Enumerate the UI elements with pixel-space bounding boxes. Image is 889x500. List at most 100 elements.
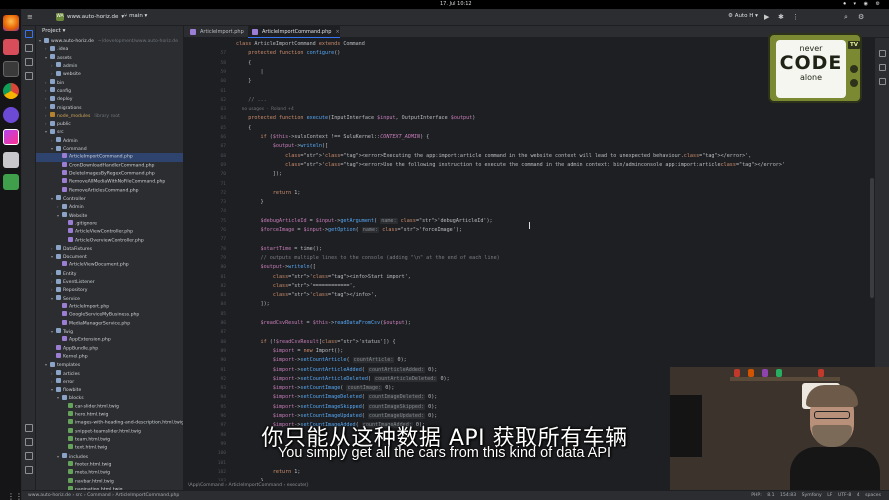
system-tray[interactable]: ⏺ ▾ ◉ ⚙ bbox=[843, 1, 883, 7]
firefox-icon[interactable] bbox=[3, 15, 19, 31]
code-line: class="str">'class="tag"></info>', bbox=[272, 292, 378, 299]
tree-item-label: templates bbox=[57, 363, 81, 369]
tree-item[interactable]: › Repository bbox=[36, 286, 183, 294]
tree-item[interactable]: › public bbox=[36, 120, 183, 128]
project-tool-icon[interactable] bbox=[25, 30, 33, 38]
structure-tool-icon[interactable] bbox=[25, 58, 33, 66]
code-line: class="str">'class="tag"><error>Executin… bbox=[285, 152, 752, 159]
tree-item[interactable]: RemoveAllMediaWithNoFileCommand.php bbox=[36, 178, 183, 186]
search-icon[interactable]: ⌕ bbox=[844, 13, 848, 22]
run-configuration-selector[interactable]: ⚙ Auto H ▾ bbox=[728, 13, 758, 19]
services-tool-icon[interactable] bbox=[25, 466, 33, 474]
tree-item[interactable]: ArticleViewDocument.php bbox=[36, 261, 183, 269]
tree-item[interactable]: ▾ Service bbox=[36, 295, 183, 303]
tree-item[interactable]: › articles bbox=[36, 370, 183, 378]
tree-item[interactable]: ▾ www.auto-horiz.de ~/development/www.auto… bbox=[36, 37, 183, 45]
tree-item[interactable]: ▾ Website bbox=[36, 212, 183, 220]
ai-assistant-tool-icon[interactable] bbox=[879, 78, 886, 85]
tree-item[interactable]: car-slider.html.twig bbox=[36, 402, 183, 411]
project-switcher[interactable]: WA www.auto-horiz.de ▾ bbox=[56, 13, 124, 21]
code-line: | bbox=[236, 68, 264, 75]
tree-item-label: navbar.html.twig bbox=[75, 479, 114, 485]
tree-item[interactable]: ▾ Document bbox=[36, 253, 183, 261]
system-clock[interactable]: 17. Jul 10:12 bbox=[440, 1, 472, 7]
tree-item[interactable]: navbar.html.twig bbox=[36, 477, 183, 486]
tree-item[interactable]: ArticleImportCommand.php bbox=[36, 153, 183, 162]
tree-item[interactable]: › DataFixtures bbox=[36, 245, 183, 253]
files-icon[interactable] bbox=[3, 39, 19, 55]
tree-item[interactable]: › bin bbox=[36, 79, 183, 87]
line-number: 72 bbox=[220, 190, 226, 196]
code-line: $output->writeln([ bbox=[260, 264, 316, 271]
tree-item[interactable]: › website bbox=[36, 70, 183, 78]
show-apps-icon[interactable]: ⋮⋮ bbox=[7, 493, 23, 500]
tree-item-label: Command bbox=[63, 147, 87, 153]
status-info[interactable]: PHP: 8.1 154:83 Symfony LF UTF-8 4 space… bbox=[751, 493, 881, 498]
tree-item[interactable]: MediaManagerService.php bbox=[36, 319, 183, 328]
code-breadcrumb[interactable]: \App\Command › ArticleImportCommand › ex… bbox=[184, 481, 670, 490]
tree-item[interactable]: .gitignore bbox=[36, 219, 183, 228]
tree-item[interactable]: ▾ Command bbox=[36, 145, 183, 153]
database-tool-icon[interactable] bbox=[879, 64, 886, 71]
tree-item[interactable]: DeleteImagesByRegexCommand.php bbox=[36, 170, 183, 178]
settings-icon[interactable]: ⚙ bbox=[858, 13, 864, 21]
tree-item[interactable]: ▾ flowbite bbox=[36, 386, 183, 394]
app-icon-grey[interactable] bbox=[3, 152, 19, 168]
tree-item[interactable]: › node_modules library root bbox=[36, 112, 183, 120]
tree-item[interactable]: ArticleOverviewController.php bbox=[36, 236, 183, 245]
tree-item[interactable]: ▾ templates bbox=[36, 361, 183, 369]
tree-item[interactable]: GoogleServiceMyBusiness.php bbox=[36, 311, 183, 319]
tree-item[interactable]: › Admin bbox=[36, 137, 183, 145]
tree-item[interactable]: ▾ Controller bbox=[36, 195, 183, 203]
tree-item[interactable]: footer.html.twig bbox=[36, 460, 183, 469]
terminal-icon[interactable] bbox=[3, 61, 19, 77]
debug-icon[interactable]: ✱ bbox=[778, 13, 784, 21]
tree-item[interactable]: › EventListener bbox=[36, 278, 183, 286]
php-file-icon bbox=[56, 344, 61, 350]
run-icon[interactable]: ▶ bbox=[764, 13, 769, 21]
trash-icon[interactable] bbox=[3, 174, 19, 190]
screen: { "system": {"clock": "17. Jul 10:12", "… bbox=[0, 0, 889, 500]
tree-item[interactable]: Kernel.php bbox=[36, 352, 183, 361]
folder-icon bbox=[56, 270, 61, 276]
project-panel-header[interactable]: Project ▾ bbox=[36, 26, 183, 37]
tree-item[interactable]: › config bbox=[36, 87, 183, 95]
tree-item[interactable]: › Admin bbox=[36, 203, 183, 211]
bookmarks-tool-icon[interactable] bbox=[25, 72, 33, 80]
tree-item[interactable]: › Entity bbox=[36, 270, 183, 278]
git-client-icon[interactable] bbox=[3, 107, 19, 123]
tree-item[interactable]: ▾ src bbox=[36, 128, 183, 136]
tree-item[interactable]: ▾ assets bbox=[36, 54, 183, 62]
commit-tool-icon[interactable] bbox=[25, 44, 33, 52]
tree-item[interactable]: › migrations bbox=[36, 104, 183, 112]
tree-item[interactable]: › .idea bbox=[36, 45, 183, 53]
branch-selector[interactable]: ⑂ main ▾ bbox=[124, 13, 147, 19]
phpstorm-icon[interactable] bbox=[3, 129, 19, 145]
chrome-icon[interactable] bbox=[3, 83, 19, 99]
status-breadcrumb[interactable]: www.auto-horiz.de › src › Command › Arti… bbox=[28, 493, 179, 498]
code-line: $import->setCountArticleAdded( countArti… bbox=[272, 366, 438, 373]
tree-item[interactable]: AppBundle.php bbox=[36, 344, 183, 353]
folder-icon bbox=[56, 286, 61, 292]
tree-item[interactable]: › admin bbox=[36, 62, 183, 70]
main-menu-icon[interactable]: ≡ bbox=[27, 13, 33, 21]
line-number: 84 bbox=[220, 302, 226, 308]
tree-item[interactable]: ArticleImport.php bbox=[36, 303, 183, 311]
tree-item[interactable]: ArticleViewController.php bbox=[36, 228, 183, 236]
tree-item[interactable]: › error bbox=[36, 378, 183, 386]
tree-item[interactable]: ▾ Twig bbox=[36, 328, 183, 336]
tree-item-label: MediaManagerService.php bbox=[69, 321, 131, 327]
tree-item[interactable]: CronDownloadHandlerCommand.php bbox=[36, 161, 183, 170]
tab-article-import[interactable]: ArticleImport.php bbox=[186, 26, 248, 38]
notifications-tool-icon[interactable] bbox=[879, 50, 886, 57]
tree-item[interactable]: ▾ blocks bbox=[36, 394, 183, 402]
tree-item[interactable]: hero.html.twig bbox=[36, 411, 183, 419]
tab-article-import-command[interactable]: ArticleImportCommand.php × bbox=[248, 26, 340, 38]
tree-item[interactable]: meta.html.twig bbox=[36, 469, 183, 477]
tree-item[interactable]: › deploy bbox=[36, 95, 183, 103]
code-line: return 1; bbox=[272, 468, 301, 475]
close-tab-icon[interactable]: × bbox=[335, 29, 339, 35]
tree-item[interactable]: RemoveArticlesCommand.php bbox=[36, 186, 183, 195]
more-icon[interactable]: ⋮ bbox=[792, 13, 799, 21]
tree-item[interactable]: AppExtension.php bbox=[36, 336, 183, 344]
